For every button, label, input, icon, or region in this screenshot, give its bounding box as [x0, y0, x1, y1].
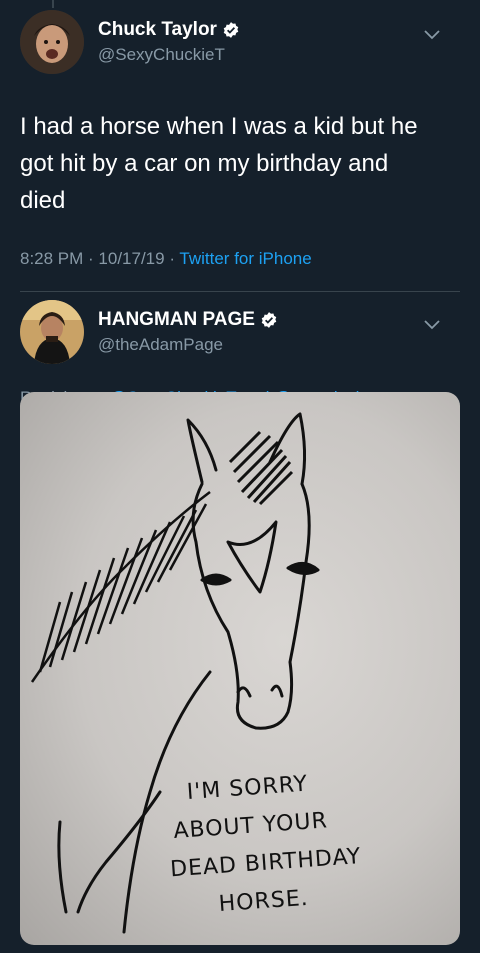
handle[interactable]: @SexyChuckieT [98, 45, 240, 65]
tweet-text-line: got hit by a car on my birthday and [20, 150, 389, 177]
chevron-down-icon[interactable] [422, 28, 442, 42]
image-caption-line: I'M SORRY [186, 772, 309, 805]
tweet-header: Chuck Taylor @SexyChuckieT [20, 10, 460, 74]
display-name[interactable]: Chuck Taylor [98, 19, 217, 41]
tweet-text: I had a horse when I was a kid but he go… [20, 108, 460, 219]
tweet-timestamp: 8:28 PM · 10/17/19 · [20, 249, 180, 268]
image-caption-line: DEAD BIRTHDAY [169, 844, 362, 882]
reply-header: HANGMAN PAGE @theAdamPage [20, 300, 460, 364]
tweet-text-line: I had a horse when I was a kid but he [20, 113, 418, 140]
tweet-metadata: 8:28 PM · 10/17/19 · Twitter for iPhone [20, 249, 460, 269]
tweet-image[interactable]: I'M SORRY ABOUT YOUR DEAD BIRTHDAY HORSE… [20, 392, 460, 945]
chevron-down-icon[interactable] [422, 318, 442, 332]
reply-tweet: HANGMAN PAGE @theAdamPage Replying to @S… [0, 292, 480, 408]
tweet-text-line: died [20, 187, 66, 214]
handle[interactable]: @theAdamPage [98, 335, 278, 355]
verified-badge-icon [223, 22, 239, 38]
image-caption-line: HORSE. [218, 886, 310, 917]
tweet-source-link[interactable]: Twitter for iPhone [179, 249, 311, 268]
avatar[interactable] [20, 300, 84, 364]
display-name[interactable]: HANGMAN PAGE [98, 309, 255, 331]
main-tweet: Chuck Taylor @SexyChuckieT I had a horse… [0, 0, 480, 269]
avatar[interactable] [20, 10, 84, 74]
image-caption-line: ABOUT YOUR [173, 808, 329, 844]
verified-badge-icon [261, 312, 277, 328]
